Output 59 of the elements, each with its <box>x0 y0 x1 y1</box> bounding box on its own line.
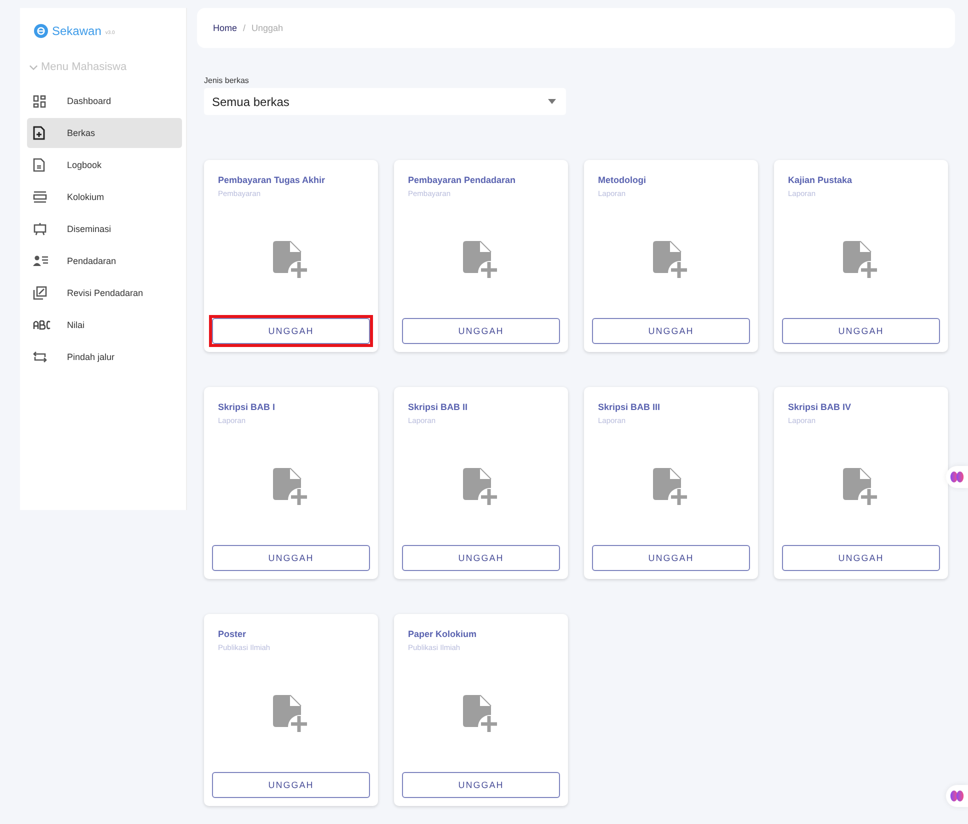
abc-icon <box>33 320 51 330</box>
card-title: Skripsi BAB IV <box>787 402 852 412</box>
card-title: Pembayaran Tugas Akhir <box>217 175 326 185</box>
add-file-icon <box>843 241 879 279</box>
breadcrumb-link[interactable]: Home <box>213 23 238 33</box>
edit-icon <box>33 286 47 300</box>
card-title: Skripsi BAB III <box>597 402 662 412</box>
file-plus-icon <box>33 126 45 140</box>
brain-icon[interactable] <box>946 466 968 488</box>
upload-button[interactable]: UNGGAH <box>402 318 560 344</box>
sidebar-item[interactable]: Pindah jalur <box>27 342 182 372</box>
sidebar-item[interactable]: Logbook <box>27 150 182 180</box>
sidebar-item[interactable]: Pendadaran <box>27 246 182 276</box>
file-type-select[interactable]: Semua berkas <box>204 88 566 115</box>
sidebar-item[interactable]: Berkas <box>27 118 182 148</box>
caret-icon <box>548 99 556 104</box>
person-list-icon <box>33 255 48 267</box>
upload-button[interactable]: UNGGAH <box>592 318 750 344</box>
card-title: Paper Kolokium <box>407 629 478 639</box>
add-file-icon <box>653 241 689 279</box>
sidebar-item[interactable]: Nilai <box>27 310 182 340</box>
add-file-icon <box>273 468 309 506</box>
breadcrumb-separator: / <box>243 23 246 33</box>
grid-icon <box>33 94 46 108</box>
add-file-icon <box>463 468 499 506</box>
brain-icon[interactable] <box>946 785 968 807</box>
upload-button[interactable]: UNGGAH <box>782 318 940 344</box>
add-file-icon <box>653 468 689 506</box>
upload-button[interactable]: UNGGAH <box>402 545 560 571</box>
card-title: Metodologi <box>597 175 647 185</box>
document-icon <box>33 158 45 172</box>
add-file-icon <box>843 468 879 506</box>
card-title: Kajian Pustaka <box>787 175 854 185</box>
brand-name: Sekawan <box>52 24 102 38</box>
panel-icon <box>33 191 47 203</box>
sidebar-item[interactable]: Diseminasi <box>27 214 182 244</box>
swap-icon <box>33 351 47 363</box>
upload-button[interactable]: UNGGAH <box>212 772 370 798</box>
add-file-icon <box>273 241 309 279</box>
card-title: Poster <box>217 629 248 639</box>
sidebar-item[interactable]: Dashboard <box>27 86 182 116</box>
add-file-icon <box>463 695 499 733</box>
field-label: Jenis berkas <box>204 76 250 85</box>
chevron-icon <box>29 62 38 72</box>
add-file-icon <box>273 695 309 733</box>
sidebar-item[interactable]: Kolokium <box>27 182 182 212</box>
upload-button[interactable]: UNGGAH <box>212 318 370 344</box>
upload-button[interactable]: UNGGAH <box>782 545 940 571</box>
card-title: Skripsi BAB I <box>217 402 276 412</box>
upload-button[interactable]: UNGGAH <box>592 545 750 571</box>
card-title: Pembayaran Pendadaran <box>407 175 517 185</box>
add-file-icon <box>463 241 499 279</box>
upload-button[interactable]: UNGGAH <box>212 545 370 571</box>
easel-icon <box>33 222 47 236</box>
logo-icon <box>34 24 48 38</box>
card-title: Skripsi BAB II <box>407 402 469 412</box>
upload-button[interactable]: UNGGAH <box>402 772 560 798</box>
breadcrumb-current: Unggah <box>252 23 284 33</box>
sidebar-item[interactable]: Revisi Pendadaran <box>27 278 182 308</box>
